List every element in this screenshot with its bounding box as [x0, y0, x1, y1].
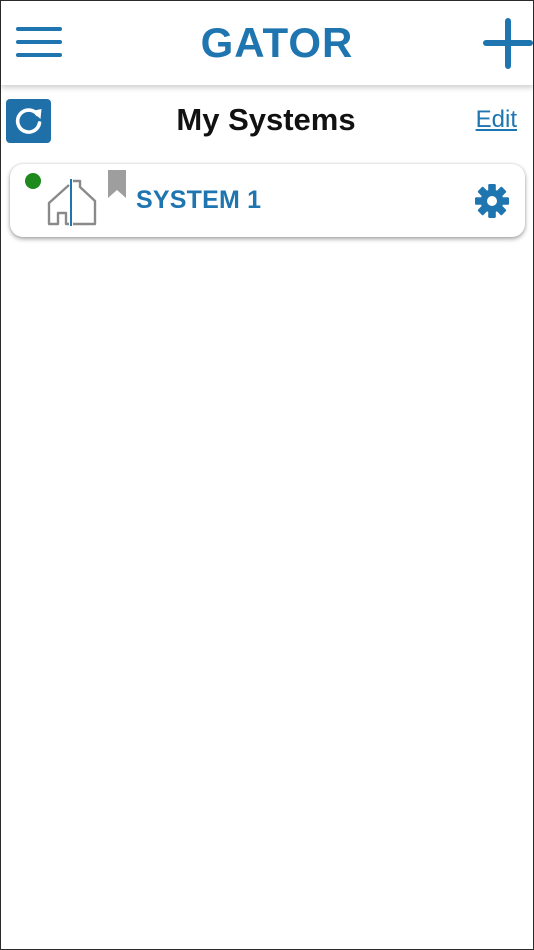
add-system-button[interactable] [481, 17, 534, 71]
refresh-button[interactable] [6, 99, 51, 143]
refresh-icon [15, 108, 42, 134]
status-indicator [25, 173, 41, 189]
house-icon [47, 179, 97, 226]
system-name: SYSTEM 1 [136, 186, 262, 214]
hamburger-menu-icon[interactable] [16, 27, 62, 59]
gator-logo: GATOR [201, 19, 354, 63]
gear-icon[interactable] [474, 183, 510, 219]
bookmark-icon[interactable] [108, 170, 126, 198]
page-title: My Systems [176, 102, 356, 137]
app-screen: GATOR My Systems Edit SYSTEM 1 [0, 0, 534, 950]
top-app-bar: GATOR [1, 1, 533, 85]
system-card[interactable]: SYSTEM 1 [10, 164, 525, 237]
edit-link[interactable]: Edit [476, 105, 517, 135]
logo-text: GATOR [201, 19, 354, 63]
